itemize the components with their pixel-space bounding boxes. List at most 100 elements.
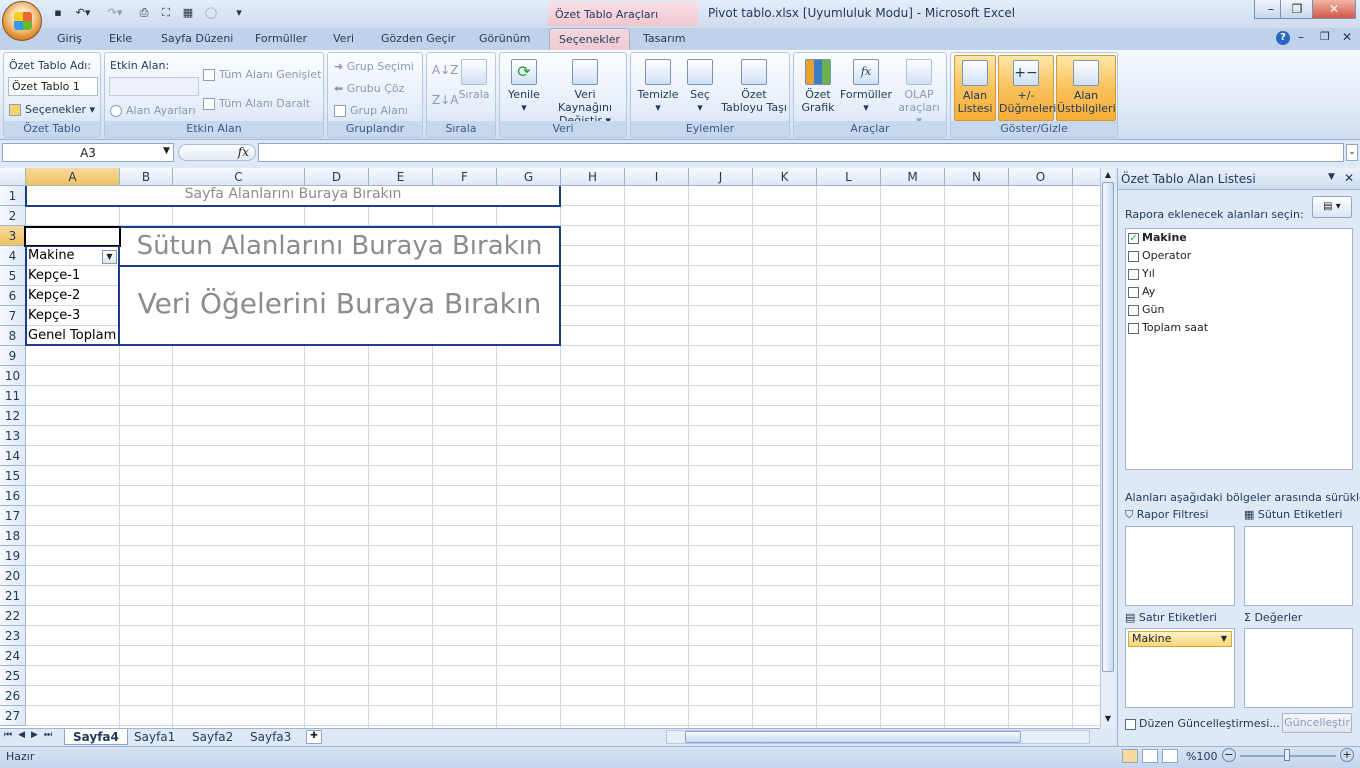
column-labels-area[interactable]	[1244, 526, 1353, 606]
active-cell-a3[interactable]	[24, 226, 121, 247]
zoom-slider-thumb[interactable]	[1284, 749, 1290, 761]
panel-close-icon[interactable]: ✕	[1344, 171, 1354, 185]
field-settings-button[interactable]: Alan Ayarları	[110, 104, 196, 117]
scroll-down-icon[interactable]: ▼	[1102, 714, 1114, 724]
row-header[interactable]: 24	[0, 646, 26, 666]
name-box[interactable]: A3	[2, 143, 174, 162]
page-break-view-icon[interactable]	[1162, 749, 1178, 763]
field-item[interactable]: Operator	[1128, 249, 1191, 263]
change-source-button[interactable]: Veri KaynağınıDeğiştir ▾	[546, 59, 624, 127]
sheet-tab[interactable]: Sayfa3	[242, 729, 299, 745]
row-header[interactable]: 4	[0, 246, 26, 266]
page-layout-view-icon[interactable]	[1142, 749, 1158, 763]
formulas-button[interactable]: fx Formüller ▾	[840, 59, 892, 114]
formula-input[interactable]	[258, 143, 1344, 162]
tab-giris[interactable]: Giriş	[48, 28, 91, 50]
plus-minus-buttons-button[interactable]: +− +/- Düğmeleri	[998, 55, 1056, 121]
field-item[interactable]: Gün	[1128, 303, 1164, 317]
row-header[interactable]: 9	[0, 346, 26, 366]
insert-sheet-icon[interactable]: ✚	[306, 730, 322, 744]
column-header[interactable]: A	[26, 168, 120, 186]
vertical-scroll-thumb[interactable]	[1102, 182, 1114, 672]
fullscreen-icon[interactable]: ⛶	[158, 5, 174, 21]
row-header[interactable]: 13	[0, 426, 26, 446]
field-checkbox[interactable]	[1128, 250, 1139, 262]
field-list-button[interactable]: Alan Listesi	[954, 55, 996, 121]
row-header[interactable]: 18	[0, 526, 26, 546]
row-header[interactable]: 8	[0, 326, 26, 346]
row-header[interactable]: 5	[0, 266, 26, 286]
tab-tasarim[interactable]: Tasarım	[634, 28, 694, 50]
field-item[interactable]: Toplam saat	[1128, 321, 1208, 335]
field-checkbox[interactable]: ✓	[1128, 232, 1139, 244]
sheet-tab[interactable]: Sayfa4	[64, 729, 128, 745]
collapse-all-button[interactable]: Tüm Alanı Daralt	[203, 97, 310, 110]
tab-secenekler[interactable]: Seçenekler	[549, 28, 631, 50]
defer-update-checkbox[interactable]: Düzen Güncelleştirmesi...	[1125, 717, 1280, 730]
row-header[interactable]: 25	[0, 666, 26, 686]
row-header[interactable]: 19	[0, 546, 26, 566]
expand-all-button[interactable]: Tüm Alanı Genişlet	[203, 68, 321, 81]
ribbon-close-icon[interactable]: ✕	[1342, 30, 1352, 44]
zoom-in-icon[interactable]: +	[1340, 748, 1354, 762]
worksheet-grid[interactable]: A B C D E F G H I J K L M N O 1234567891…	[0, 168, 1100, 728]
column-header[interactable]: B	[120, 168, 173, 186]
column-fields-drop-zone[interactable]: Sütun Alanlarını Buraya Bırakın	[118, 226, 561, 267]
close-button[interactable]: ✕	[1312, 0, 1356, 19]
scroll-up-icon[interactable]: ▲	[1102, 170, 1114, 180]
active-field-input[interactable]	[109, 77, 199, 96]
field-checkbox[interactable]	[1128, 286, 1139, 298]
column-header[interactable]: N	[945, 168, 1009, 186]
name-box-dropdown-icon[interactable]: ▼	[163, 146, 170, 156]
insert-function-button[interactable]: fx	[178, 144, 256, 161]
zoom-level[interactable]: %100	[1186, 750, 1217, 763]
column-header[interactable]: J	[689, 168, 753, 186]
row-header[interactable]: 6	[0, 286, 26, 306]
sort-asc-icon[interactable]: A↓Z	[432, 63, 458, 77]
chip-dropdown-icon[interactable]: ▼	[1221, 632, 1227, 646]
row-header[interactable]: 27	[0, 706, 26, 726]
pivot-chart-button[interactable]: Özet Grafik	[798, 59, 838, 114]
ungroup-button[interactable]: ⬅ Grubu Çöz	[334, 82, 404, 95]
tab-formuller[interactable]: Formüller	[246, 28, 316, 50]
report-filter-area[interactable]	[1125, 526, 1235, 606]
grid-icon[interactable]: ▦	[180, 5, 196, 21]
select-button[interactable]: Seç ▾	[683, 59, 717, 114]
data-items-drop-zone[interactable]: Veri Öğelerini Buraya Bırakın	[118, 265, 561, 346]
column-header[interactable]: E	[369, 168, 433, 186]
row-labels-header[interactable]: Makine	[26, 246, 75, 266]
field-item[interactable]: Ay	[1128, 285, 1155, 299]
row-header[interactable]: 12	[0, 406, 26, 426]
column-header[interactable]: H	[561, 168, 625, 186]
field-item[interactable]: ✓ Makine	[1128, 231, 1187, 245]
row-header[interactable]: 20	[0, 566, 26, 586]
vertical-scrollbar[interactable]: ▲ ▼	[1100, 168, 1115, 728]
sheet-tab[interactable]: Sayfa1	[126, 729, 183, 745]
sheet-tab[interactable]: Sayfa2	[184, 729, 241, 745]
select-all-corner[interactable]	[0, 168, 26, 186]
row-header[interactable]: 7	[0, 306, 26, 326]
column-header[interactable]: K	[753, 168, 817, 186]
row-item[interactable]: Kepçe-3	[26, 306, 80, 326]
field-headers-button[interactable]: Alan Üstbilgileri	[1056, 55, 1116, 121]
column-header[interactable]	[1073, 168, 1100, 186]
pivot-name-input[interactable]: Özet Tablo 1	[8, 77, 98, 96]
row-header[interactable]: 3	[0, 226, 26, 246]
row-header[interactable]: 2	[0, 206, 26, 226]
column-header[interactable]: O	[1009, 168, 1073, 186]
group-selection-button[interactable]: ➜ Grup Seçimi	[334, 60, 414, 73]
row-header[interactable]: 16	[0, 486, 26, 506]
tab-sayfa-duzeni[interactable]: Sayfa Düzeni	[152, 28, 242, 50]
customize-qat-icon[interactable]: ▾	[234, 5, 244, 21]
ribbon-restore-icon[interactable]: ❐	[1320, 30, 1330, 43]
refresh-button[interactable]: ⟳ Yenile ▾	[506, 59, 542, 114]
column-header[interactable]: D	[305, 168, 369, 186]
options-button[interactable]: Seçenekler ▾	[9, 103, 95, 116]
row-header[interactable]: 26	[0, 686, 26, 706]
tab-gorunum[interactable]: Görünüm	[470, 28, 539, 50]
restore-button[interactable]: ❐	[1280, 0, 1314, 19]
column-header[interactable]: G	[497, 168, 561, 186]
row-header[interactable]: 15	[0, 466, 26, 486]
expand-formula-icon[interactable]: ⌄	[1346, 144, 1358, 161]
row-header[interactable]: 23	[0, 626, 26, 646]
